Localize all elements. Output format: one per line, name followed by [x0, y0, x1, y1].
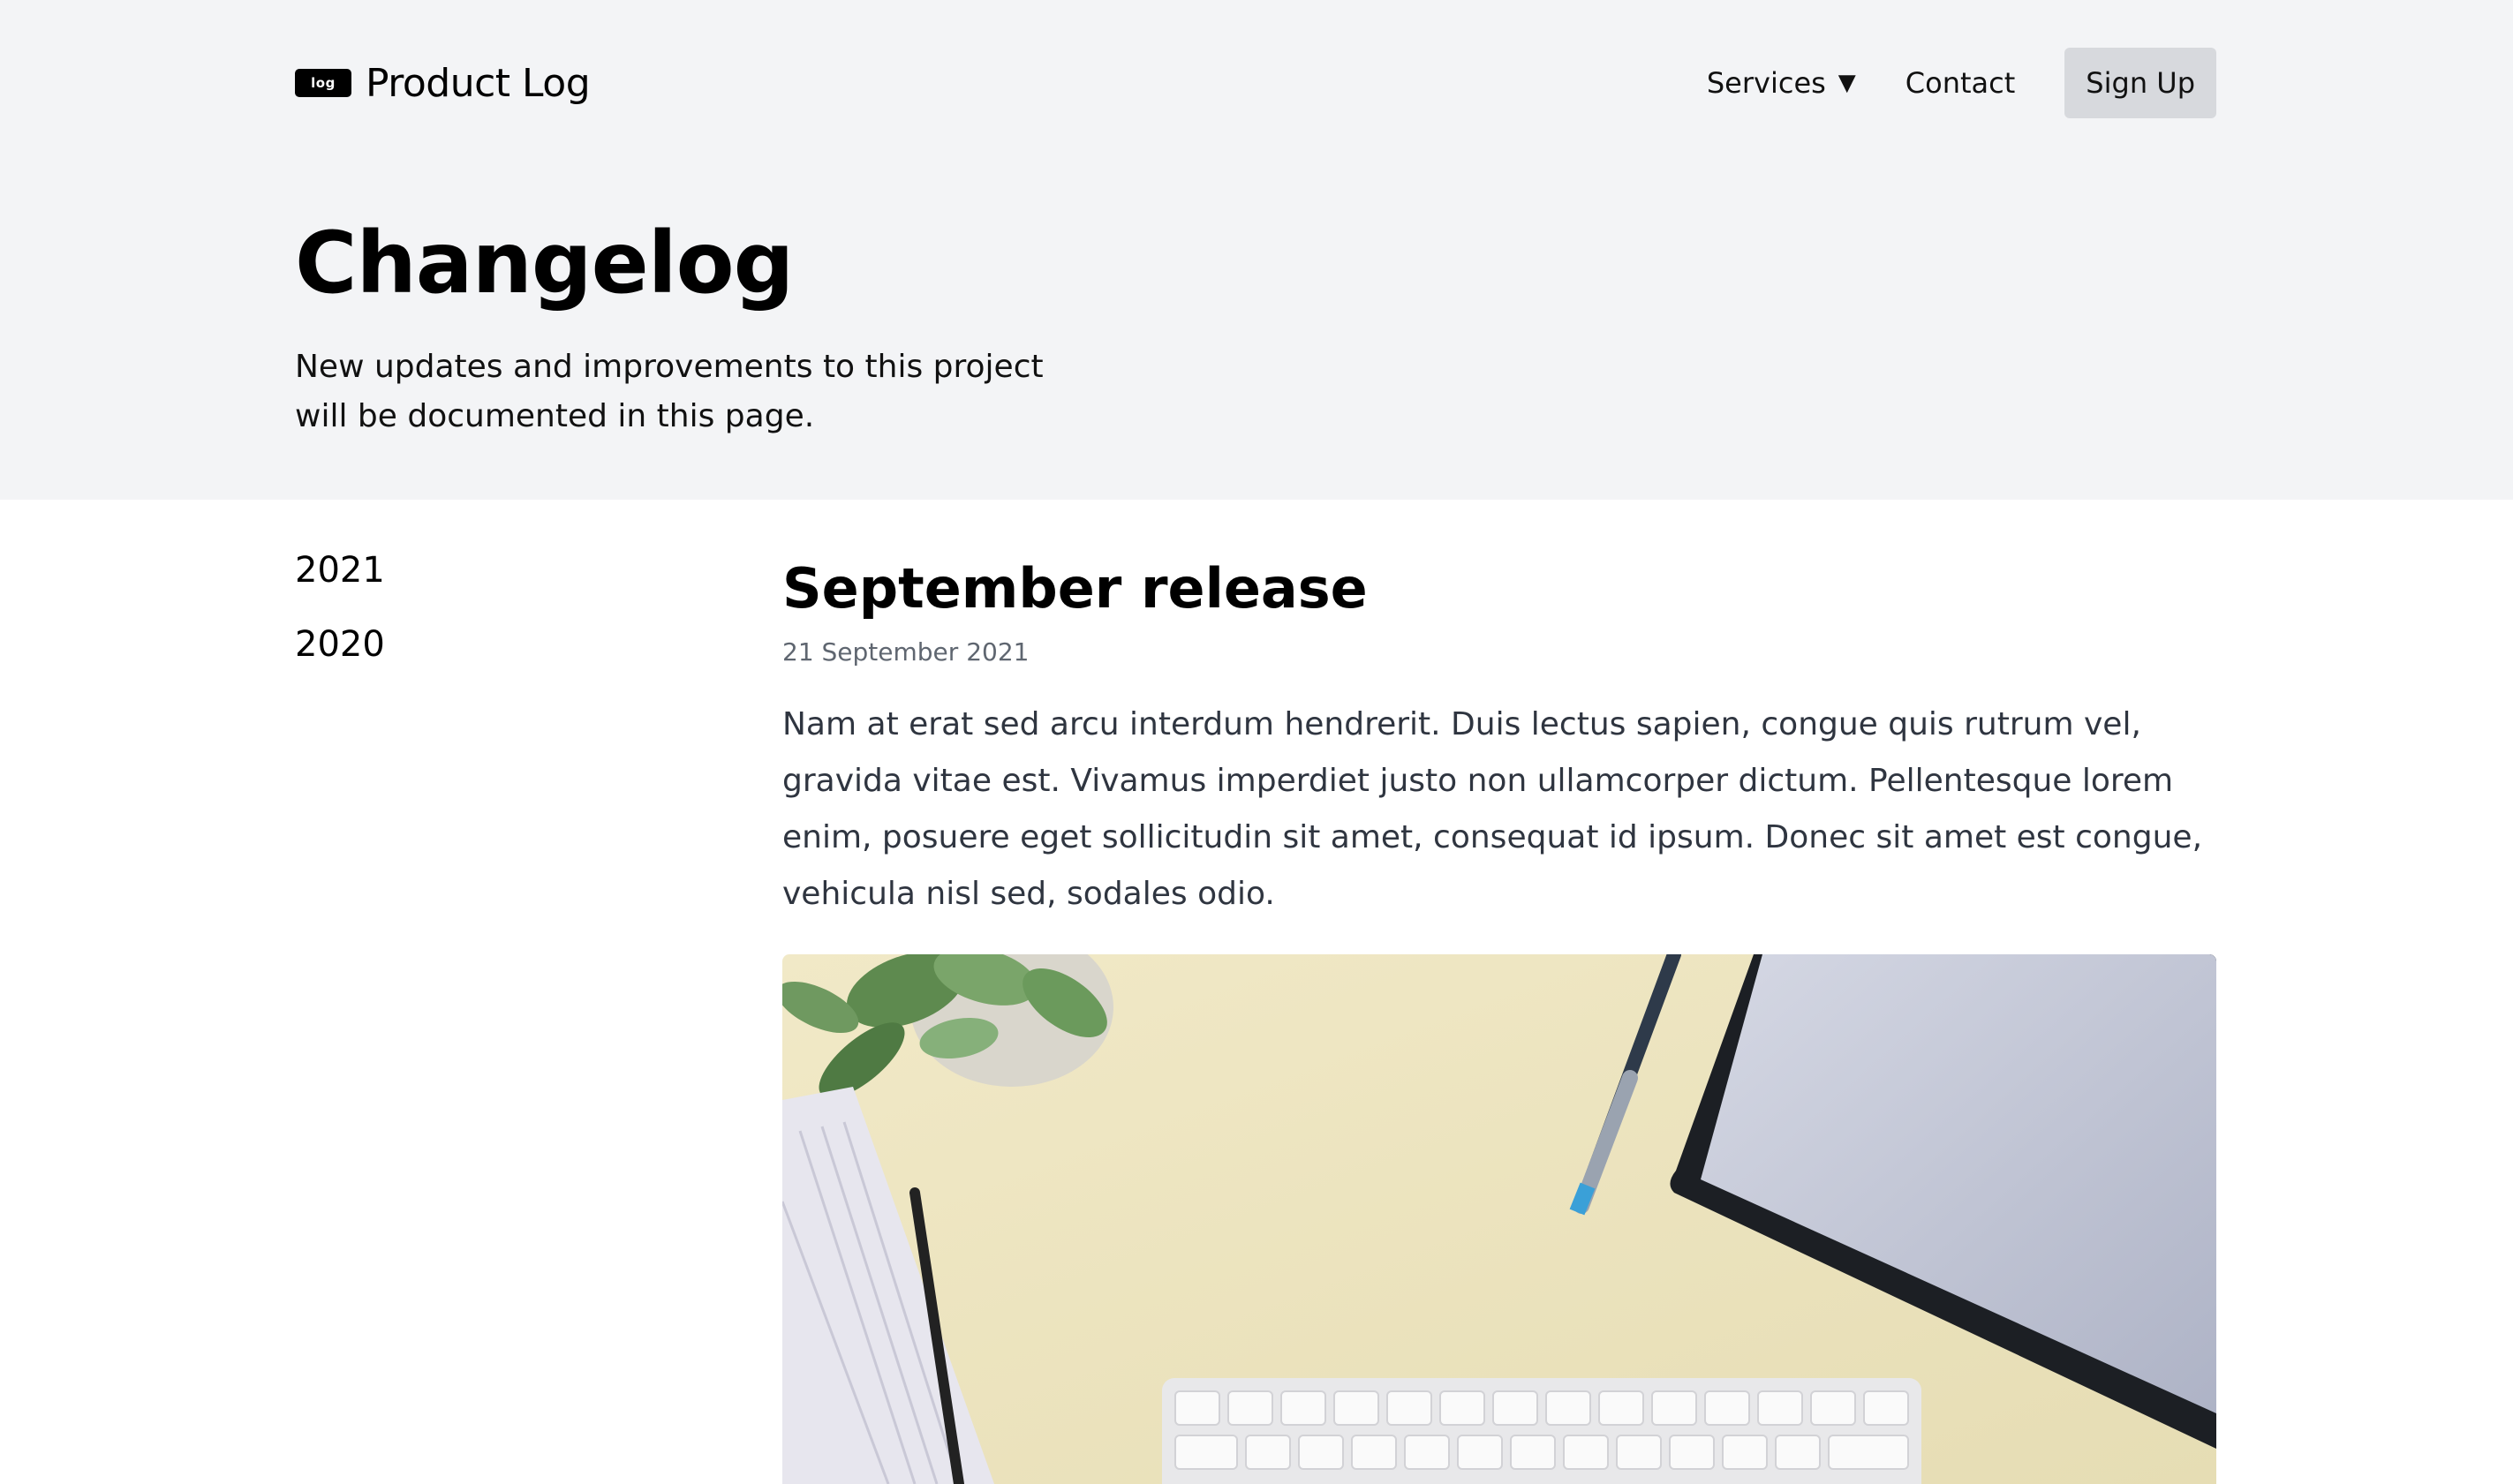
- year-sidebar: 2021 2020: [295, 553, 385, 701]
- page-title: Changelog: [295, 214, 794, 313]
- year-link-2021[interactable]: 2021: [295, 553, 385, 588]
- sign-up-button[interactable]: Sign Up: [2064, 48, 2216, 118]
- keyboard-illustration: [1162, 1378, 1921, 1484]
- release-entry: September release 21 September 2021 Nam …: [782, 561, 2216, 1484]
- page-subtitle: New updates and improvements to this pro…: [295, 349, 1044, 434]
- release-date: 21 September 2021: [782, 637, 1030, 667]
- brand-link[interactable]: log Product Log: [295, 60, 591, 106]
- contact-link[interactable]: Contact: [1881, 66, 2041, 100]
- release-title: September release: [782, 556, 1368, 621]
- release-description: Nam at erat sed arcu interdum hendrerit.…: [782, 706, 2203, 912]
- services-label: Services: [1706, 66, 1826, 100]
- main-nav: Services ▼ Contact Sign Up: [1682, 48, 2216, 118]
- brand-name: Product Log: [366, 60, 591, 106]
- changelog-content: 2021 2020 September release 21 September…: [0, 500, 2513, 1484]
- top-navigation: log Product Log Services ▼ Contact Sign …: [295, 48, 2216, 118]
- page-header: log Product Log Services ▼ Contact Sign …: [0, 0, 2513, 500]
- year-link-2020[interactable]: 2020: [295, 627, 385, 662]
- release-image: [782, 954, 2216, 1484]
- services-dropdown[interactable]: Services ▼: [1682, 66, 1881, 100]
- caret-down-icon: ▼: [1838, 70, 1856, 96]
- logo-icon: log: [295, 69, 351, 97]
